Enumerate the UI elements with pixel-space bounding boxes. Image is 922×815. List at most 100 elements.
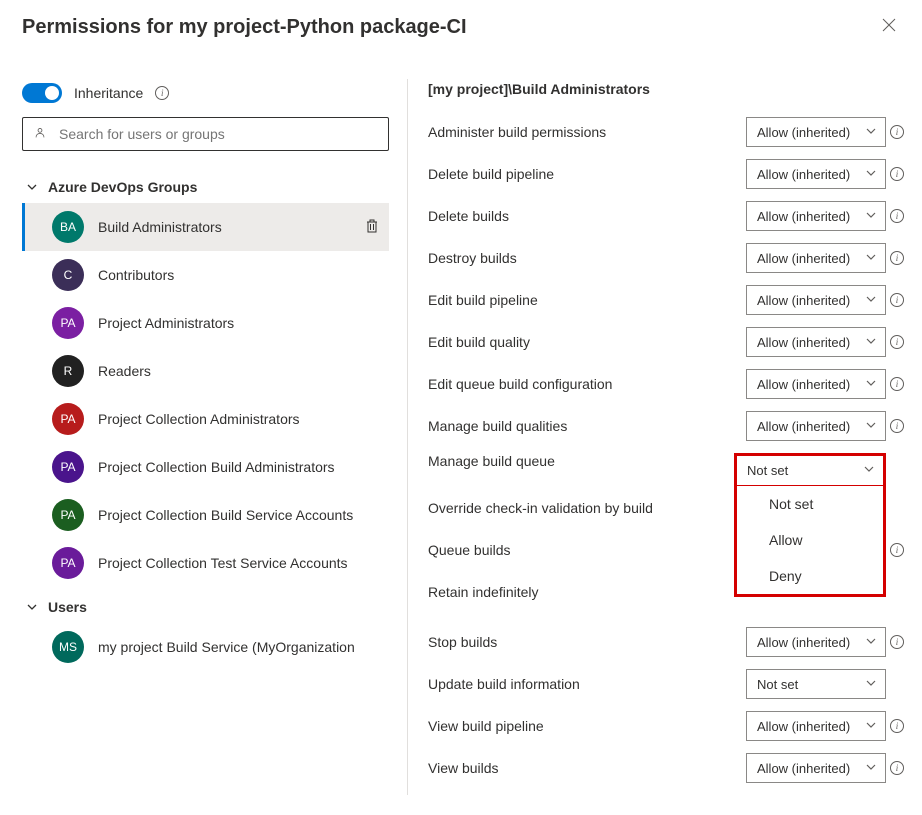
permission-select-open[interactable]: Not setNot setAllowDeny <box>734 453 886 597</box>
permission-select[interactable]: Not set <box>746 669 886 699</box>
permission-label: Delete builds <box>424 208 746 224</box>
permission-row: Destroy buildsAllow (inherited)i <box>424 243 908 273</box>
search-input[interactable] <box>57 125 378 143</box>
avatar: PA <box>52 547 84 579</box>
identity-row[interactable]: PAProject Collection Test Service Accoun… <box>22 539 389 587</box>
inheritance-label: Inheritance <box>74 85 143 101</box>
permission-value: Allow (inherited) <box>757 167 850 182</box>
avatar: BA <box>52 211 84 243</box>
identity-label: my project Build Service (MyOrganization <box>98 639 383 655</box>
identity-label: Contributors <box>98 267 383 283</box>
identity-label: Project Administrators <box>98 315 383 331</box>
close-button[interactable] <box>878 14 900 41</box>
permission-label: Manage build qualities <box>424 418 746 434</box>
permission-row: Delete builds Allow (inherited) i <box>424 201 908 231</box>
permission-label: Queue builds <box>424 542 734 558</box>
permission-value: Allow (inherited) <box>757 377 850 392</box>
permission-select[interactable]: Allow (inherited) <box>746 285 886 315</box>
info-icon[interactable]: i <box>890 761 904 775</box>
identity-label: Project Collection Administrators <box>98 411 383 427</box>
permission-select[interactable]: Allow (inherited) <box>746 243 886 273</box>
permission-row: Update build information Not set <box>424 669 908 699</box>
permission-label: Edit build pipeline <box>424 292 746 308</box>
info-icon[interactable]: i <box>890 419 904 433</box>
users-section-header[interactable]: Users <box>22 591 389 623</box>
permission-row: View build pipeline Allow (inherited) i <box>424 711 908 741</box>
info-icon[interactable]: i <box>890 377 904 391</box>
person-search-icon <box>33 126 47 143</box>
permission-row: Manage build qualities Allow (inherited) i <box>424 411 908 441</box>
permission-value: Allow (inherited) <box>757 209 850 224</box>
permission-value: Allow (inherited) <box>757 293 850 308</box>
identity-row[interactable]: CContributors <box>22 251 389 299</box>
identity-label: Project Collection Build Administrators <box>98 459 383 475</box>
permission-row: Manage build queueNot setNot setAllowDen… <box>424 453 908 597</box>
identity-row[interactable]: BABuild Administrators <box>22 203 389 251</box>
identity-row[interactable]: PA Project Administrators <box>22 299 389 347</box>
permission-select[interactable]: Allow (inherited) <box>746 711 886 741</box>
identity-title: [my project]\Build Administrators <box>424 81 908 97</box>
permission-select[interactable]: Allow (inherited) <box>746 201 886 231</box>
inheritance-toggle[interactable] <box>22 83 62 103</box>
delete-button[interactable] <box>361 214 383 241</box>
info-icon[interactable]: i <box>890 209 904 223</box>
close-icon <box>882 18 896 32</box>
dropdown-option[interactable]: Not set <box>737 486 883 522</box>
avatar: PA <box>52 307 84 339</box>
info-icon[interactable]: i <box>890 125 904 139</box>
groups-section-header[interactable]: Azure DevOps Groups <box>22 171 389 203</box>
identity-row[interactable]: RReaders <box>22 347 389 395</box>
dropdown-option[interactable]: Allow <box>737 522 883 558</box>
identity-label: Project Collection Build Service Account… <box>98 507 383 523</box>
permission-value: Not set <box>757 677 798 692</box>
chevron-down-icon <box>865 125 877 140</box>
info-icon[interactable]: i <box>890 335 904 349</box>
avatar: MS <box>52 631 84 663</box>
permission-value: Allow (inherited) <box>757 635 850 650</box>
groups-section-label: Azure DevOps Groups <box>48 179 197 195</box>
trash-icon <box>365 218 379 234</box>
permission-label: Administer build permissions <box>424 124 746 140</box>
permission-select[interactable]: Allow (inherited) <box>746 627 886 657</box>
permission-value: Allow (inherited) <box>757 251 850 266</box>
identity-row[interactable]: PAProject Collection Build Service Accou… <box>22 491 389 539</box>
permission-value: Allow (inherited) <box>757 719 850 734</box>
page-title: Permissions for my project-Python packag… <box>22 16 467 39</box>
chevron-down-icon <box>26 181 38 193</box>
avatar: R <box>52 355 84 387</box>
permission-label: Update build information <box>424 676 746 692</box>
permission-label: Override check-in validation by build <box>424 500 734 516</box>
permission-select[interactable]: Allow (inherited) <box>746 369 886 399</box>
chevron-down-icon <box>865 335 877 350</box>
permission-label: View build pipeline <box>424 718 746 734</box>
permission-select[interactable]: Allow (inherited) <box>746 159 886 189</box>
chevron-down-icon <box>865 377 877 392</box>
avatar: PA <box>52 403 84 435</box>
permission-value: Allow (inherited) <box>757 125 850 140</box>
permission-select[interactable]: Allow (inherited) <box>746 327 886 357</box>
info-icon[interactable]: i <box>890 635 904 649</box>
permission-row: Edit build pipeline Allow (inherited) i <box>424 285 908 315</box>
permission-select[interactable]: Not set <box>737 456 883 486</box>
identity-row[interactable]: PA Project Collection Administrators <box>22 395 389 443</box>
info-icon[interactable]: i <box>890 167 904 181</box>
permission-value: Allow (inherited) <box>757 419 850 434</box>
identity-row[interactable]: PAProject Collection Build Administrator… <box>22 443 389 491</box>
info-icon[interactable]: i <box>155 86 169 100</box>
permission-select[interactable]: Allow (inherited) <box>746 753 886 783</box>
chevron-down-icon <box>865 293 877 308</box>
chevron-down-icon <box>865 677 877 692</box>
dropdown-option[interactable]: Deny <box>737 558 883 594</box>
search-input-container[interactable] <box>22 117 389 151</box>
chevron-down-icon <box>865 761 877 776</box>
permission-label: Edit queue build configuration <box>424 376 746 392</box>
info-icon[interactable]: i <box>890 293 904 307</box>
permission-select[interactable]: Allow (inherited) <box>746 411 886 441</box>
info-icon[interactable]: i <box>890 719 904 733</box>
info-icon[interactable]: i <box>890 543 904 557</box>
identity-row[interactable]: MS my project Build Service (MyOrganizati… <box>22 623 389 671</box>
info-icon[interactable]: i <box>890 251 904 265</box>
permission-row: Stop buildsAllow (inherited)i <box>424 627 908 657</box>
permission-row: Edit build qualityAllow (inherited)i <box>424 327 908 357</box>
permission-select[interactable]: Allow (inherited) <box>746 117 886 147</box>
